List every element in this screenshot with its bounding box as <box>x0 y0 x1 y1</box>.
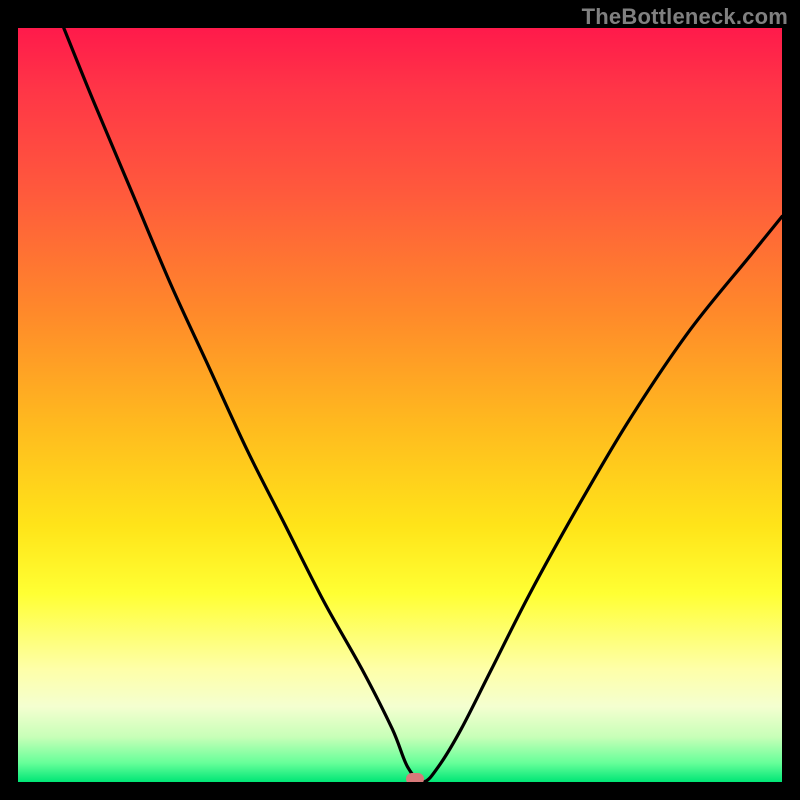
watermark-text: TheBottleneck.com <box>582 4 788 30</box>
curve-path <box>64 28 782 782</box>
plot-area <box>18 28 782 782</box>
chart-frame: TheBottleneck.com <box>0 0 800 800</box>
optimum-marker <box>406 773 424 782</box>
bottleneck-curve <box>18 28 782 782</box>
